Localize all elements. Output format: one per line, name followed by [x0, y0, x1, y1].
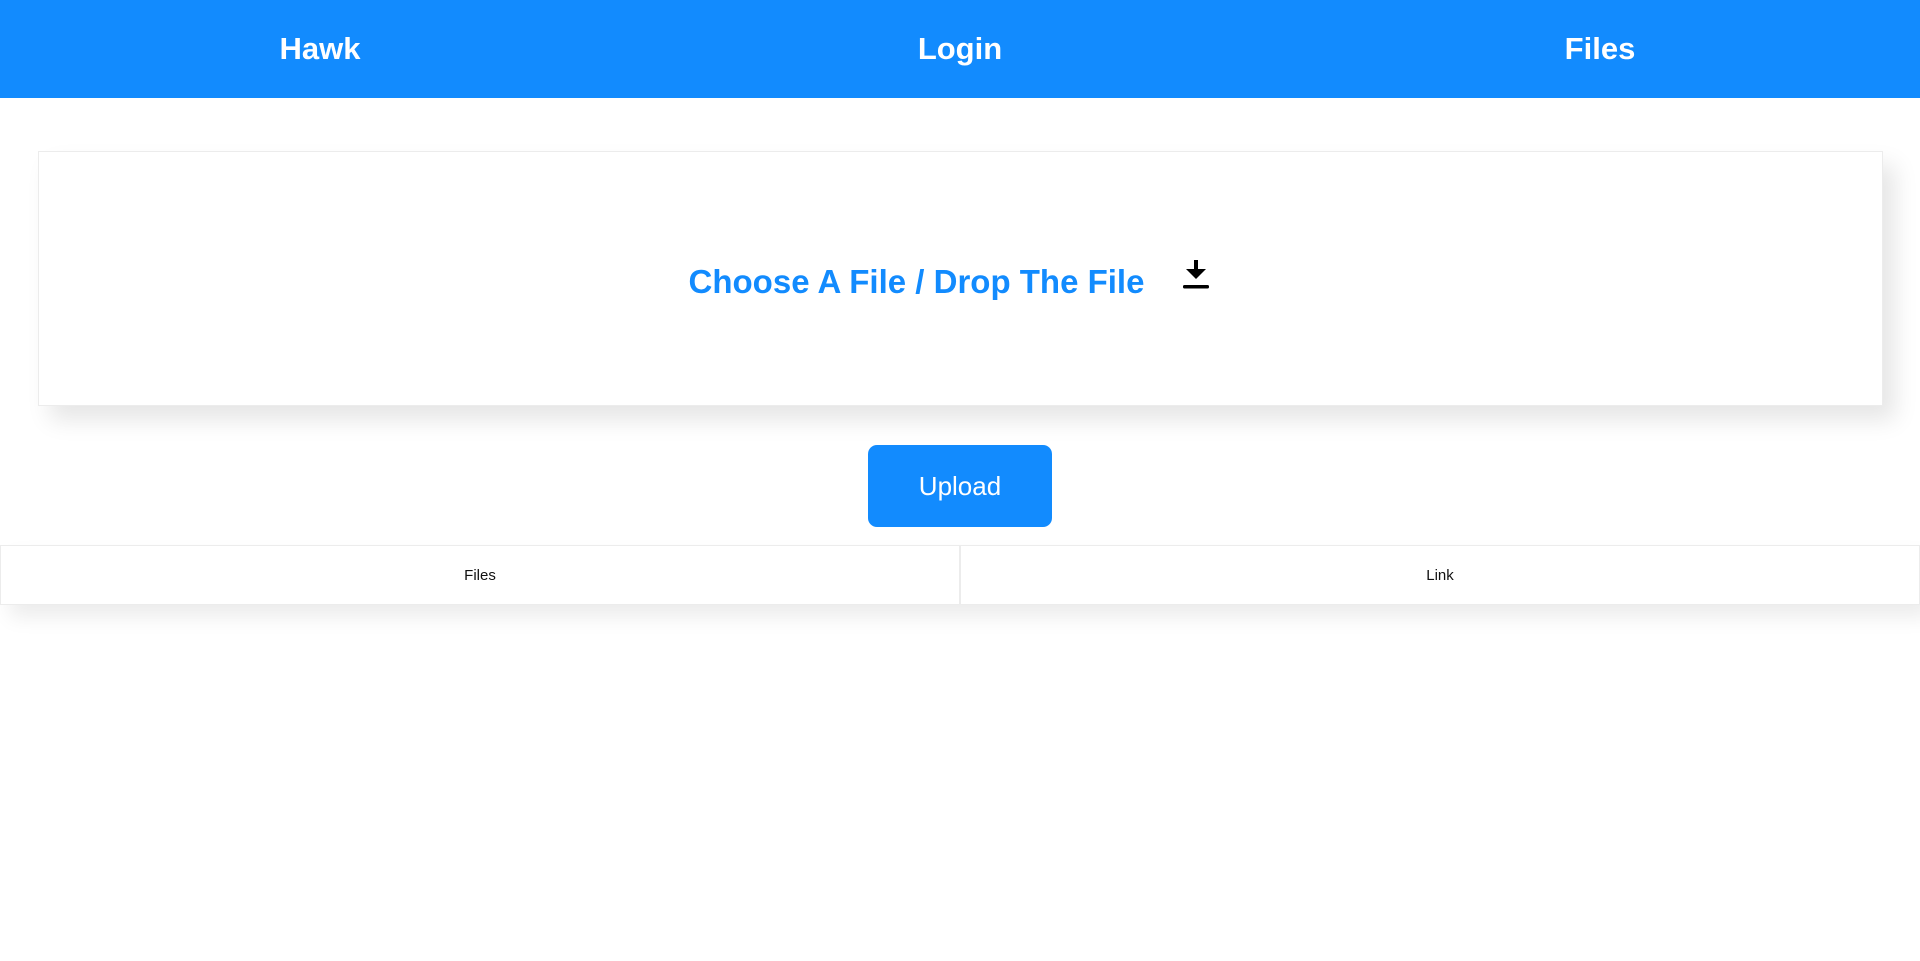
file-dropzone[interactable]: Choose A File / Drop The File [38, 151, 1883, 406]
upload-button[interactable]: Upload [868, 445, 1052, 527]
dropzone-content: Choose A File / Drop The File [688, 259, 1211, 301]
nav-login-link[interactable]: Login [640, 0, 1280, 98]
dropzone-label: Choose A File / Drop The File [688, 262, 1145, 300]
table-header-link: Link [960, 545, 1920, 605]
files-table: Files Link [0, 545, 1920, 605]
top-navbar: Hawk Login Files [0, 0, 1920, 98]
nav-brand-link[interactable]: Hawk [0, 0, 640, 98]
nav-files-link[interactable]: Files [1280, 0, 1920, 98]
download-icon [1182, 259, 1210, 290]
table-header-files: Files [0, 545, 960, 605]
